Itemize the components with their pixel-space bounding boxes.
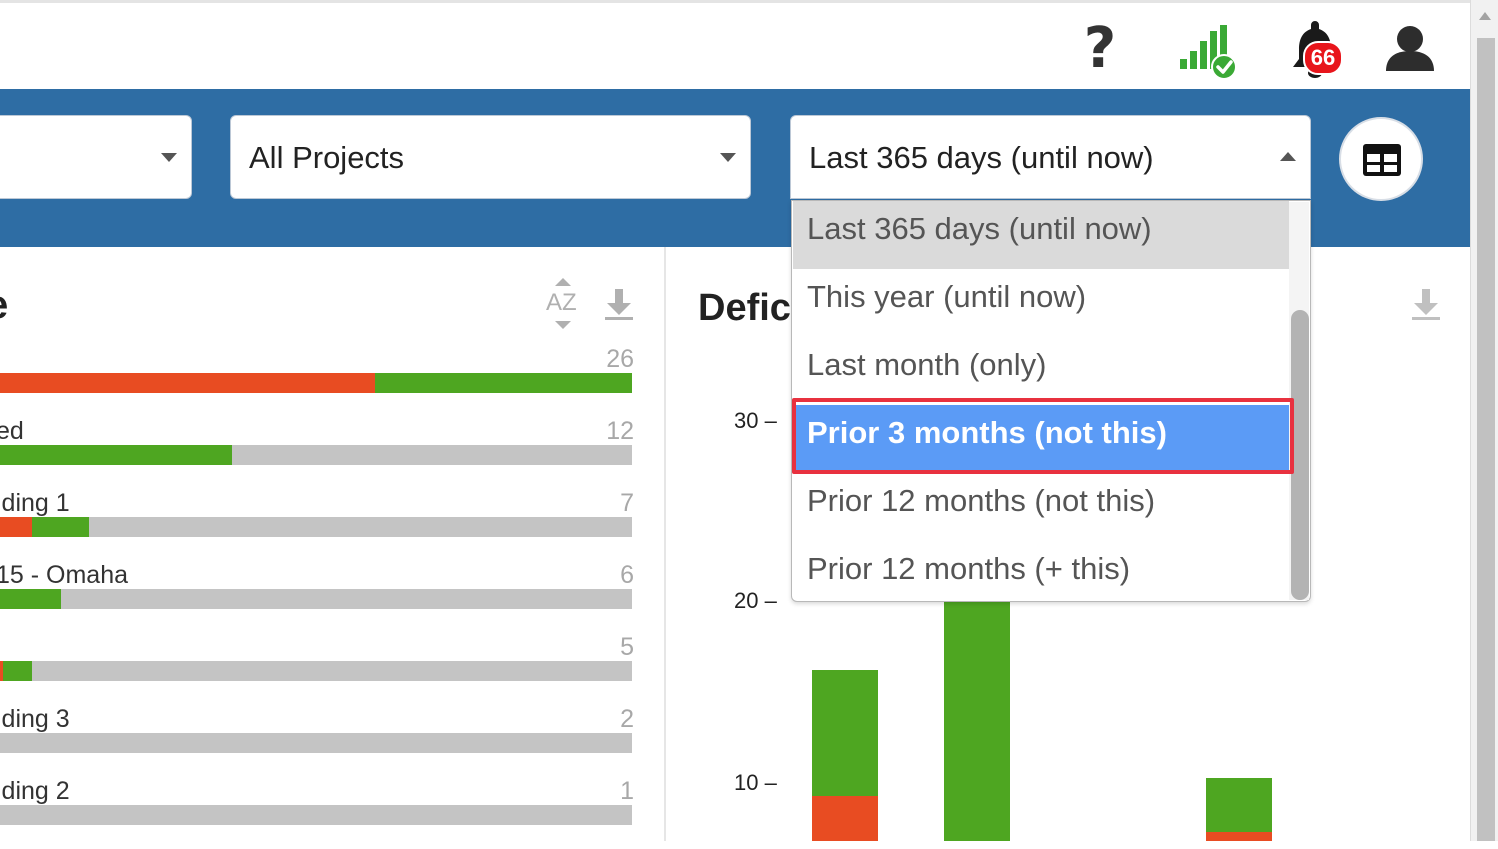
list-item[interactable]: 5: [0, 633, 640, 705]
chevron-down-icon: [720, 153, 736, 162]
list-item[interactable]: ed 12: [0, 417, 640, 489]
list-item-count: 26: [606, 345, 634, 373]
list-item-label: lding 1: [0, 489, 70, 517]
option-last-month[interactable]: Last month (only): [793, 337, 1289, 405]
y-tick-label: 30 –: [734, 408, 777, 433]
y-tick-label: 20 –: [734, 588, 777, 613]
page-scroll-thumb[interactable]: [1477, 38, 1495, 841]
progress-bar-red-segment: [0, 517, 32, 537]
download-icon[interactable]: [1410, 287, 1442, 321]
list-item[interactable]: 15 - Omaha 6: [0, 561, 640, 633]
date-range-select-value: Last 365 days (until now): [809, 140, 1154, 175]
progress-bar: [0, 661, 632, 681]
top-bar: ? 66: [0, 0, 1470, 91]
list-item-count: 12: [606, 417, 634, 445]
list-item[interactable]: lding 2 1: [0, 777, 640, 849]
sort-az-label: AZ: [546, 289, 577, 316]
list-item-label: 15 - Omaha: [0, 561, 129, 589]
option-this-year[interactable]: This year (until now): [793, 269, 1289, 337]
progress-bar: [0, 589, 632, 609]
y-tick-label: 10 –: [734, 770, 777, 795]
progress-bar: [0, 445, 632, 465]
projects-select-value: All Projects: [249, 140, 405, 175]
table-icon: [1363, 144, 1401, 176]
progress-bar-green-segment: [375, 373, 632, 393]
list-item[interactable]: 26: [0, 345, 640, 417]
progress-bar-green-segment: [32, 517, 89, 537]
list-item[interactable]: lding 3 2: [0, 705, 640, 777]
notification-count-badge: 66: [1303, 41, 1343, 75]
list-item-label: lding 3: [0, 705, 70, 733]
right-panel-title: Defic: [698, 287, 791, 329]
list-item-count: 7: [620, 489, 634, 517]
projects-select[interactable]: All Projects: [230, 115, 751, 199]
progress-bar: [0, 373, 632, 393]
chart-bar-red: [1206, 832, 1272, 841]
list-item-label: lding 2: [0, 777, 70, 805]
list-item-count: 1: [620, 777, 634, 805]
list-item-label: ed: [0, 417, 24, 445]
option-prior-12-months-plus-this[interactable]: Prior 12 months (+ this): [793, 541, 1289, 609]
chart-bar-red: [812, 796, 878, 841]
option-last-365-days[interactable]: Last 365 days (until now): [793, 201, 1289, 269]
date-range-select[interactable]: Last 365 days (until now): [790, 115, 1311, 199]
progress-bar: [0, 517, 632, 537]
list-item-count: 6: [620, 561, 634, 589]
help-icon[interactable]: ?: [1070, 21, 1130, 81]
chevron-down-icon: [161, 153, 177, 162]
option-prior-12-months-not-this[interactable]: Prior 12 months (not this): [793, 473, 1289, 541]
page-scrollbar[interactable]: [1470, 0, 1498, 841]
list-item-count: 2: [620, 705, 634, 733]
table-view-button[interactable]: [1339, 117, 1423, 201]
user-icon[interactable]: [1382, 21, 1442, 81]
progress-bar: [0, 733, 632, 753]
list-item-count: 5: [620, 633, 634, 661]
highlight-box: [792, 398, 1294, 474]
list-item[interactable]: lding 1 7: [0, 489, 640, 561]
download-icon[interactable]: [603, 287, 635, 321]
progress-bar: [0, 805, 632, 825]
progress-bar-green-segment: [3, 661, 32, 681]
scroll-up-arrow-icon[interactable]: [1479, 12, 1491, 20]
left-panel: e AZ 26ed12lding 1715 - Omaha65lding 32l…: [0, 247, 664, 841]
progress-bar-red-segment: [0, 373, 375, 393]
progress-bar-green-segment: [0, 445, 232, 465]
sort-up-arrow-icon: [555, 278, 571, 286]
filter-select[interactable]: [0, 115, 192, 199]
sort-down-arrow-icon: [555, 321, 571, 329]
sort-az-button[interactable]: AZ: [545, 277, 581, 333]
signal-status-icon[interactable]: [1178, 21, 1238, 81]
left-panel-title: e: [0, 283, 8, 328]
progress-bar-green-segment: [0, 589, 61, 609]
chevron-up-icon: [1280, 152, 1296, 161]
